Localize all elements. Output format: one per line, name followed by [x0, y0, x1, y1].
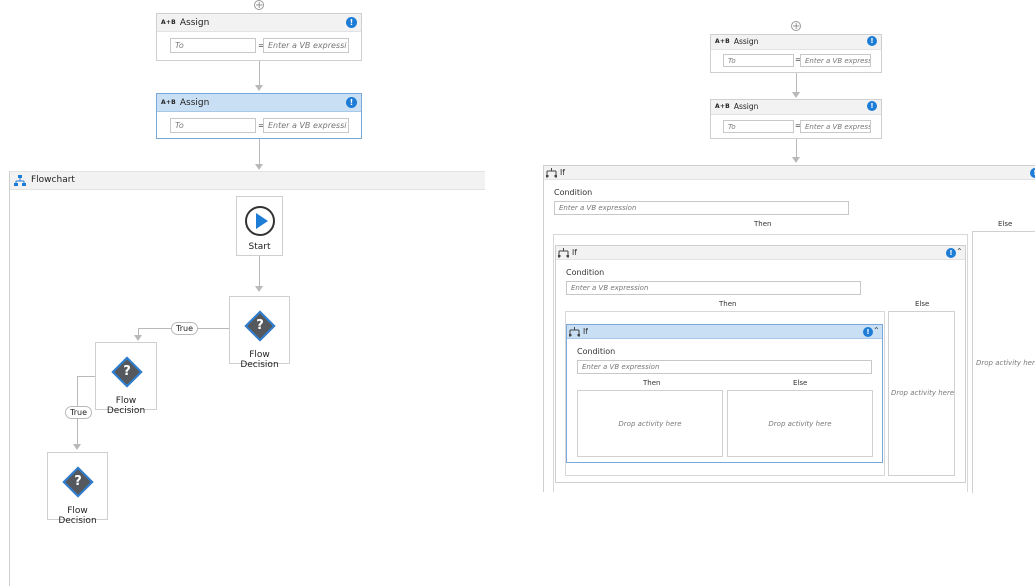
- if-title: If: [560, 168, 565, 177]
- info-icon[interactable]: !: [867, 36, 877, 46]
- if-header: If: [556, 246, 965, 260]
- arrow-icon: [255, 286, 263, 292]
- flow-decision-node[interactable]: ? Flow Decision: [95, 342, 157, 416]
- then-drop-area[interactable]: Drop activity here: [577, 390, 723, 457]
- assign-activity-selected[interactable]: A+B Assign ! To = Enter a VB expressi: [156, 93, 362, 139]
- else-drop-area[interactable]: Drop activity here: [972, 231, 1035, 493]
- decision-label: Flow Decision: [58, 506, 97, 526]
- if-icon: [546, 168, 557, 178]
- assign-header: A+B Assign !: [157, 14, 361, 32]
- to-field[interactable]: To: [723, 120, 794, 133]
- assign-title: Assign: [179, 98, 210, 108]
- else-drop-area[interactable]: Drop activity here: [888, 311, 955, 476]
- assign-icon: A+B: [161, 99, 176, 106]
- info-icon[interactable]: !: [946, 248, 956, 258]
- if-title: If: [572, 248, 577, 257]
- flowchart-header: Flowchart: [10, 171, 485, 190]
- info-icon[interactable]: !: [863, 327, 873, 337]
- info-icon[interactable]: !: [1030, 168, 1035, 178]
- assign-header: A+B Assign !: [711, 100, 881, 115]
- vb-expression-field[interactable]: Enter a VB expressi: [263, 38, 349, 53]
- to-field[interactable]: To: [170, 118, 256, 133]
- to-field[interactable]: To: [170, 38, 256, 53]
- decision-label: Flow Decision: [240, 350, 279, 370]
- flowchart-icon: [14, 175, 26, 186]
- if-icon: [558, 248, 569, 258]
- condition-input[interactable]: Enter a VB expression: [566, 281, 861, 295]
- condition-label: Condition: [577, 347, 616, 356]
- info-icon[interactable]: !: [346, 97, 357, 108]
- true-label: True: [171, 322, 198, 335]
- then-label: Then: [719, 300, 737, 308]
- vb-expression-field[interactable]: Enter a VB expressi: [800, 120, 871, 133]
- assign-icon: A+B: [161, 19, 176, 26]
- vb-expression-field[interactable]: Enter a VB expressi: [263, 118, 349, 133]
- flow-decision-node[interactable]: ? Flow Decision: [229, 296, 290, 370]
- condition-input[interactable]: Enter a VB expression: [577, 360, 872, 374]
- start-node[interactable]: Start: [236, 196, 283, 256]
- else-label: Else: [998, 220, 1013, 228]
- assign-icon: A+B: [715, 103, 730, 110]
- else-label: Else: [915, 300, 930, 308]
- assign-icon: A+B: [715, 38, 730, 45]
- play-icon: [245, 206, 275, 236]
- info-icon[interactable]: !: [867, 101, 877, 111]
- assign-title: Assign: [733, 102, 759, 111]
- decision-label: Flow Decision: [106, 396, 146, 416]
- vb-expression-field[interactable]: Enter a VB expressi: [800, 54, 871, 67]
- assign-activity[interactable]: A+B Assign ! To = Enter a VB expressi: [710, 99, 882, 139]
- assign-header: A+B Assign !: [157, 94, 361, 112]
- true-label: True: [65, 406, 92, 419]
- to-field[interactable]: To: [723, 54, 794, 67]
- collapse-icon[interactable]: ⌃: [956, 247, 963, 256]
- if-icon: [569, 327, 580, 337]
- arrow-icon: [255, 85, 263, 91]
- if-title: If: [583, 327, 588, 336]
- assign-title: Assign: [733, 37, 759, 46]
- assign-activity[interactable]: A+B Assign ! To = Enter a VB expressi: [156, 13, 362, 61]
- arrow-icon: [255, 164, 263, 170]
- assign-header: A+B Assign !: [711, 35, 881, 50]
- arrow-icon: [73, 444, 81, 450]
- add-activity-icon[interactable]: +: [791, 21, 801, 32]
- condition-label: Condition: [554, 188, 593, 197]
- info-icon[interactable]: !: [346, 17, 357, 28]
- then-label: Then: [643, 379, 661, 387]
- flowchart-title: Flowchart: [31, 175, 75, 185]
- add-activity-icon[interactable]: +: [254, 0, 264, 11]
- else-label: Else: [793, 379, 808, 387]
- flow-decision-node[interactable]: ? Flow Decision: [47, 452, 108, 526]
- arrow-icon: [134, 335, 142, 341]
- if-header: If: [544, 166, 1035, 180]
- arrow-icon: [792, 92, 800, 98]
- assign-title: Assign: [179, 18, 210, 28]
- assign-activity[interactable]: A+B Assign ! To = Enter a VB expressi: [710, 34, 882, 73]
- else-drop-area[interactable]: Drop activity here: [727, 390, 873, 457]
- if-header: If: [567, 325, 882, 339]
- start-label: Start: [248, 242, 271, 252]
- then-label: Then: [754, 220, 772, 228]
- collapse-icon[interactable]: ⌃: [873, 326, 880, 335]
- condition-input[interactable]: Enter a VB expression: [554, 201, 849, 215]
- if-activity-inner[interactable]: If ! ⌃ Condition Enter a VB expression T…: [566, 324, 883, 463]
- arrow-icon: [792, 157, 800, 163]
- condition-label: Condition: [566, 268, 605, 277]
